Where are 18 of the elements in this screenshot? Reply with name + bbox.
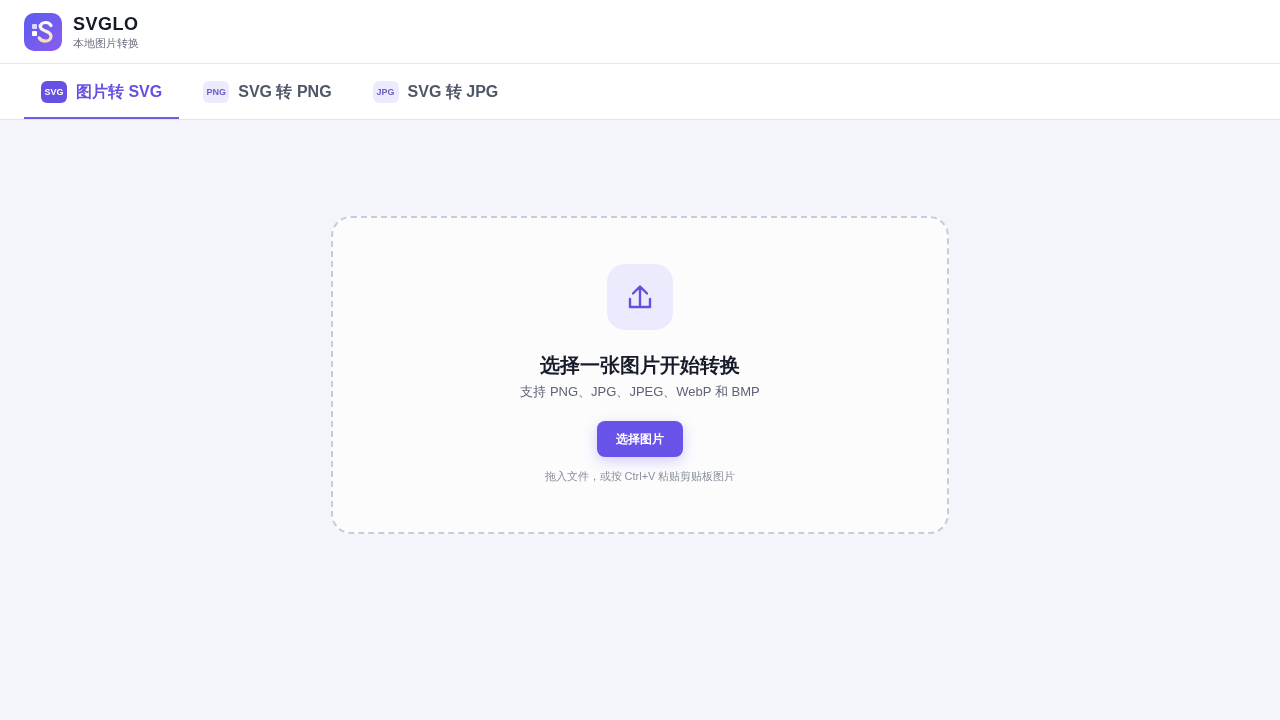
logo-icon [24, 12, 62, 51]
tab-label: SVG 转 PNG [238, 81, 332, 102]
tab-label: 图片转 SVG [76, 81, 163, 102]
format-badge: PNG [203, 81, 230, 103]
drop-hint: 拖入文件，或按 Ctrl+V 粘贴剪贴板图片 [544, 469, 736, 484]
drop-zone[interactable]: 选择一张图片开始转换 支持 PNG、JPG、JPEG、WebP 和 BMP 选择图片 拖入文件，或按 Ctrl+V 粘贴剪贴板图片 [331, 216, 949, 534]
tab[interactable]: JPG SVG 转 JPG [355, 64, 516, 119]
tab[interactable]: SVG 图片转 SVG [24, 64, 180, 119]
format-badge: JPG [372, 81, 399, 103]
upload-icon [607, 264, 673, 330]
app-tagline: 本地图片转换 [73, 35, 139, 50]
choose-image-button[interactable]: 选择图片 [597, 421, 683, 457]
tab-label: SVG 转 JPG [407, 81, 499, 102]
upload-title: 选择一张图片开始转换 [540, 353, 740, 378]
tab[interactable]: PNG SVG 转 PNG [186, 64, 349, 119]
app-name: SVGLO [73, 13, 139, 35]
supported-formats: 支持 PNG、JPG、JPEG、WebP 和 BMP [520, 383, 760, 401]
format-badge: SVG [41, 81, 67, 103]
